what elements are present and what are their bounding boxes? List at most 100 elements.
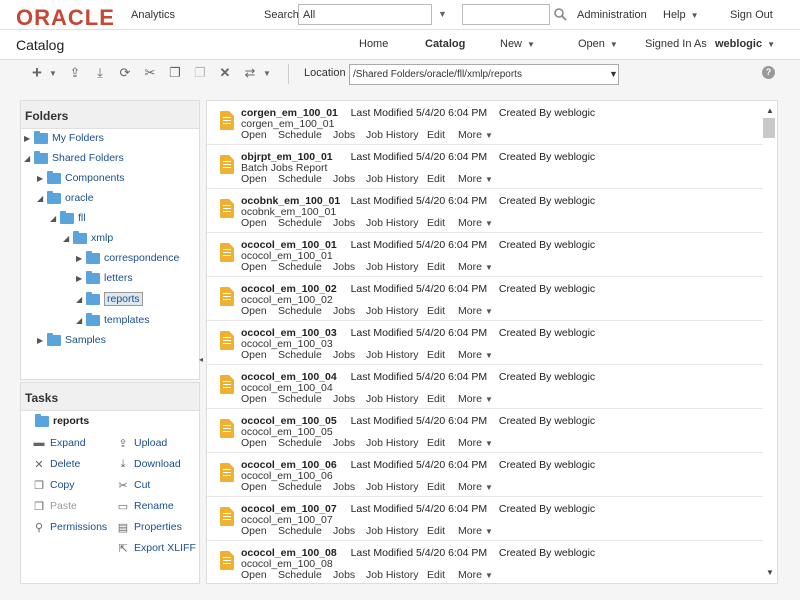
report-icon[interactable] [220, 375, 234, 394]
action-more[interactable]: More ▼ [458, 349, 493, 361]
action-jobs[interactable]: Jobs [333, 261, 355, 273]
action-edit[interactable]: Edit [427, 129, 445, 141]
action-jobs[interactable]: Jobs [333, 569, 355, 581]
action-open[interactable]: Open [241, 525, 267, 537]
refresh-icon[interactable]: ⟳ [116, 65, 134, 81]
action-job-history[interactable]: Job History [366, 261, 419, 273]
action-open[interactable]: Open [241, 393, 267, 405]
report-icon[interactable] [220, 199, 234, 218]
tree-item[interactable]: ◢ Shared Folders [24, 150, 124, 166]
action-jobs[interactable]: Jobs [333, 129, 355, 141]
tree-item[interactable]: ▶ My Folders [24, 130, 104, 146]
expanded-triangle-icon[interactable]: ◢ [24, 154, 34, 163]
task-export-xliff[interactable]: ⇱ Export XLIFF [116, 542, 195, 555]
task-paste[interactable]: ❐ Paste [32, 500, 77, 513]
action-schedule[interactable]: Schedule [278, 261, 322, 273]
task-download[interactable]: ⤓ Download [116, 458, 181, 471]
action-job-history[interactable]: Job History [366, 129, 419, 141]
catalog-link[interactable]: Catalog [425, 38, 465, 50]
report-icon[interactable] [220, 551, 234, 570]
action-schedule[interactable]: Schedule [278, 217, 322, 229]
task-copy[interactable]: ❐ Copy [32, 479, 74, 492]
upload-icon[interactable]: ⇪ [66, 65, 84, 81]
action-schedule[interactable]: Schedule [278, 481, 322, 493]
expanded-triangle-icon[interactable]: ◢ [63, 234, 73, 243]
action-open[interactable]: Open [241, 481, 267, 493]
action-schedule[interactable]: Schedule [278, 173, 322, 185]
action-schedule[interactable]: Schedule [278, 349, 322, 361]
task-cut[interactable]: ✂ Cut [116, 479, 150, 492]
action-job-history[interactable]: Job History [366, 393, 419, 405]
action-jobs[interactable]: Jobs [333, 305, 355, 317]
expanded-triangle-icon[interactable]: ◢ [50, 214, 60, 223]
action-job-history[interactable]: Job History [366, 525, 419, 537]
report-icon[interactable] [220, 155, 234, 174]
action-edit[interactable]: Edit [427, 525, 445, 537]
action-job-history[interactable]: Job History [366, 305, 419, 317]
administration-link[interactable]: Administration [577, 9, 647, 21]
action-schedule[interactable]: Schedule [278, 437, 322, 449]
action-more[interactable]: More ▼ [458, 305, 493, 317]
action-open[interactable]: Open [241, 261, 267, 273]
action-job-history[interactable]: Job History [366, 217, 419, 229]
tree-item[interactable]: ▶ Components [37, 170, 125, 186]
action-job-history[interactable]: Job History [366, 481, 419, 493]
action-more[interactable]: More ▼ [458, 129, 493, 141]
search-input[interactable] [462, 4, 550, 25]
action-more[interactable]: More ▼ [458, 261, 493, 273]
collapsed-triangle-icon[interactable]: ▶ [37, 336, 47, 345]
expanded-triangle-icon[interactable]: ◢ [76, 316, 86, 325]
help-menu[interactable]: Help ▼ [663, 9, 699, 21]
action-edit[interactable]: Edit [427, 305, 445, 317]
action-edit[interactable]: Edit [427, 481, 445, 493]
action-open[interactable]: Open [241, 569, 267, 581]
action-jobs[interactable]: Jobs [333, 525, 355, 537]
tree-item[interactable]: ◢ reports [76, 291, 143, 307]
scroll-up-icon[interactable]: ▲ [766, 106, 774, 115]
copy-icon[interactable]: ❐ [166, 65, 184, 81]
action-schedule[interactable]: Schedule [278, 305, 322, 317]
collapsed-triangle-icon[interactable]: ▶ [24, 134, 34, 143]
vertical-scrollbar[interactable]: ▲ ▼ [762, 102, 776, 582]
action-open[interactable]: Open [241, 305, 267, 317]
report-icon[interactable] [220, 507, 234, 526]
move-arrows-icon[interactable]: ⇄ [241, 65, 259, 81]
action-open[interactable]: Open [241, 217, 267, 229]
report-icon[interactable] [220, 463, 234, 482]
tree-item[interactable]: ▶ Samples [37, 332, 106, 348]
action-job-history[interactable]: Job History [366, 349, 419, 361]
expanded-triangle-icon[interactable]: ◢ [76, 295, 86, 304]
action-edit[interactable]: Edit [427, 569, 445, 581]
task-permissions[interactable]: ⚲ Permissions [32, 521, 107, 534]
action-more[interactable]: More ▼ [458, 525, 493, 537]
paste-icon[interactable]: ❐ [191, 65, 209, 81]
action-more[interactable]: More ▼ [458, 569, 493, 581]
new-menu[interactable]: New ▼ [500, 38, 535, 50]
action-job-history[interactable]: Job History [366, 173, 419, 185]
collapse-pane-icon[interactable]: ◂ [199, 355, 203, 375]
search-icon[interactable] [553, 7, 567, 21]
action-more[interactable]: More ▼ [458, 173, 493, 185]
tree-item[interactable]: ◢ xmlp [63, 230, 113, 246]
action-job-history[interactable]: Job History [366, 437, 419, 449]
action-edit[interactable]: Edit [427, 349, 445, 361]
action-more[interactable]: More ▼ [458, 217, 493, 229]
location-select[interactable]: /Shared Folders/oracle/fll/xmlp/reports [349, 64, 619, 85]
action-schedule[interactable]: Schedule [278, 393, 322, 405]
action-jobs[interactable]: Jobs [333, 481, 355, 493]
location-dropdown-icon[interactable]: ▼ [609, 69, 618, 79]
user-menu[interactable]: weblogic ▼ [715, 38, 775, 50]
scroll-thumb[interactable] [763, 118, 775, 138]
action-schedule[interactable]: Schedule [278, 525, 322, 537]
action-schedule[interactable]: Schedule [278, 129, 322, 141]
report-icon[interactable] [220, 111, 234, 130]
tree-item[interactable]: ◢ templates [76, 312, 150, 328]
tree-item[interactable]: ◢ fll [50, 210, 86, 226]
action-edit[interactable]: Edit [427, 261, 445, 273]
action-edit[interactable]: Edit [427, 173, 445, 185]
action-schedule[interactable]: Schedule [278, 569, 322, 581]
action-jobs[interactable]: Jobs [333, 349, 355, 361]
search-scope-dropdown-icon[interactable]: ▼ [438, 9, 447, 19]
home-link[interactable]: Home [359, 38, 388, 50]
action-open[interactable]: Open [241, 437, 267, 449]
